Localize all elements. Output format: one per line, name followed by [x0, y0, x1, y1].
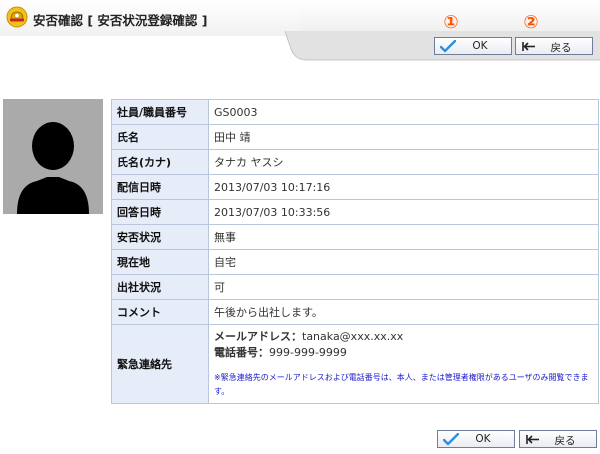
table-row: 出社状況 可 — [111, 274, 599, 300]
page-title: 安否確認 [ 安否状況登録確認 ] — [33, 13, 208, 28]
row-label: 回答日時 — [111, 199, 209, 225]
callout-marker-2: ② — [521, 13, 541, 33]
row-value: 可 — [208, 274, 599, 300]
email-label: メールアドレス： — [214, 330, 302, 343]
emergency-contact-row: 緊急連絡先 メールアドレス：tanaka@xxx.xx.xx 電話番号：999-… — [111, 324, 599, 404]
row-value: 午後から出社します。 — [208, 299, 599, 325]
back-button-top-label: 戻る — [550, 42, 572, 54]
ok-button-top[interactable]: OK — [434, 37, 512, 55]
row-value: GS0003 — [208, 99, 599, 125]
email-line: メールアドレス：tanaka@xxx.xx.xx — [214, 329, 593, 345]
table-row: コメント 午後から出社します。 — [111, 299, 599, 325]
back-button-bottom-label: 戻る — [554, 435, 576, 447]
row-label: 緊急連絡先 — [111, 324, 209, 404]
table-row: 配信日時 2013/07/03 10:17:16 — [111, 174, 599, 200]
emergency-contact-value: メールアドレス：tanaka@xxx.xx.xx 電話番号：999-999-99… — [208, 324, 599, 404]
row-value: 無事 — [208, 224, 599, 250]
email-value: tanaka@xxx.xx.xx — [302, 330, 404, 343]
privacy-note: ※緊急連絡先のメールアドレスおよび電話番号は、本人、または管理者権限があるユーザ… — [214, 373, 589, 396]
row-value: タナカ ヤスシ — [208, 149, 599, 175]
row-label: 氏名(カナ) — [111, 149, 209, 175]
phone-label: 電話番号： — [214, 346, 269, 359]
table-row: 氏名(カナ) タナカ ヤスシ — [111, 149, 599, 175]
row-label: 出社状況 — [111, 274, 209, 300]
table-row: 現在地 自宅 — [111, 249, 599, 275]
back-button-bottom[interactable]: 戻る — [519, 430, 597, 448]
table-row: 氏名 田中 靖 — [111, 124, 599, 150]
row-label: 現在地 — [111, 249, 209, 275]
table-row: 社員/職員番号 GS0003 — [111, 99, 599, 125]
ok-button-bottom-label: OK — [475, 433, 491, 445]
safety-detail-table: 社員/職員番号 GS0003 氏名 田中 靖 氏名(カナ) タナカ ヤスシ 配信… — [111, 99, 599, 404]
callout-marker-1: ① — [441, 13, 461, 33]
avatar — [3, 99, 103, 214]
phone-line: 電話番号：999-999-9999 — [214, 345, 593, 361]
row-label: 配信日時 — [111, 174, 209, 200]
row-value: 自宅 — [208, 249, 599, 275]
row-label: 社員/職員番号 — [111, 99, 209, 125]
callout-marker-1-label: ① — [443, 12, 459, 33]
row-value: 2013/07/03 10:17:16 — [208, 174, 599, 200]
table-row: 回答日時 2013/07/03 10:33:56 — [111, 199, 599, 225]
user-silhouette-icon — [17, 122, 89, 214]
table-row: 安否状況 無事 — [111, 224, 599, 250]
row-label: コメント — [111, 299, 209, 325]
row-label: 安否状況 — [111, 224, 209, 250]
callout-marker-2-label: ② — [523, 12, 539, 33]
row-value: 2013/07/03 10:33:56 — [208, 199, 599, 225]
ok-button-bottom[interactable]: OK — [437, 430, 515, 448]
ok-button-top-label: OK — [472, 40, 488, 52]
row-label: 氏名 — [111, 124, 209, 150]
phone-value: 999-999-9999 — [269, 346, 347, 359]
back-button-top[interactable]: 戻る — [515, 37, 593, 55]
row-value: 田中 靖 — [208, 124, 599, 150]
helmet-logo-icon — [6, 6, 28, 28]
